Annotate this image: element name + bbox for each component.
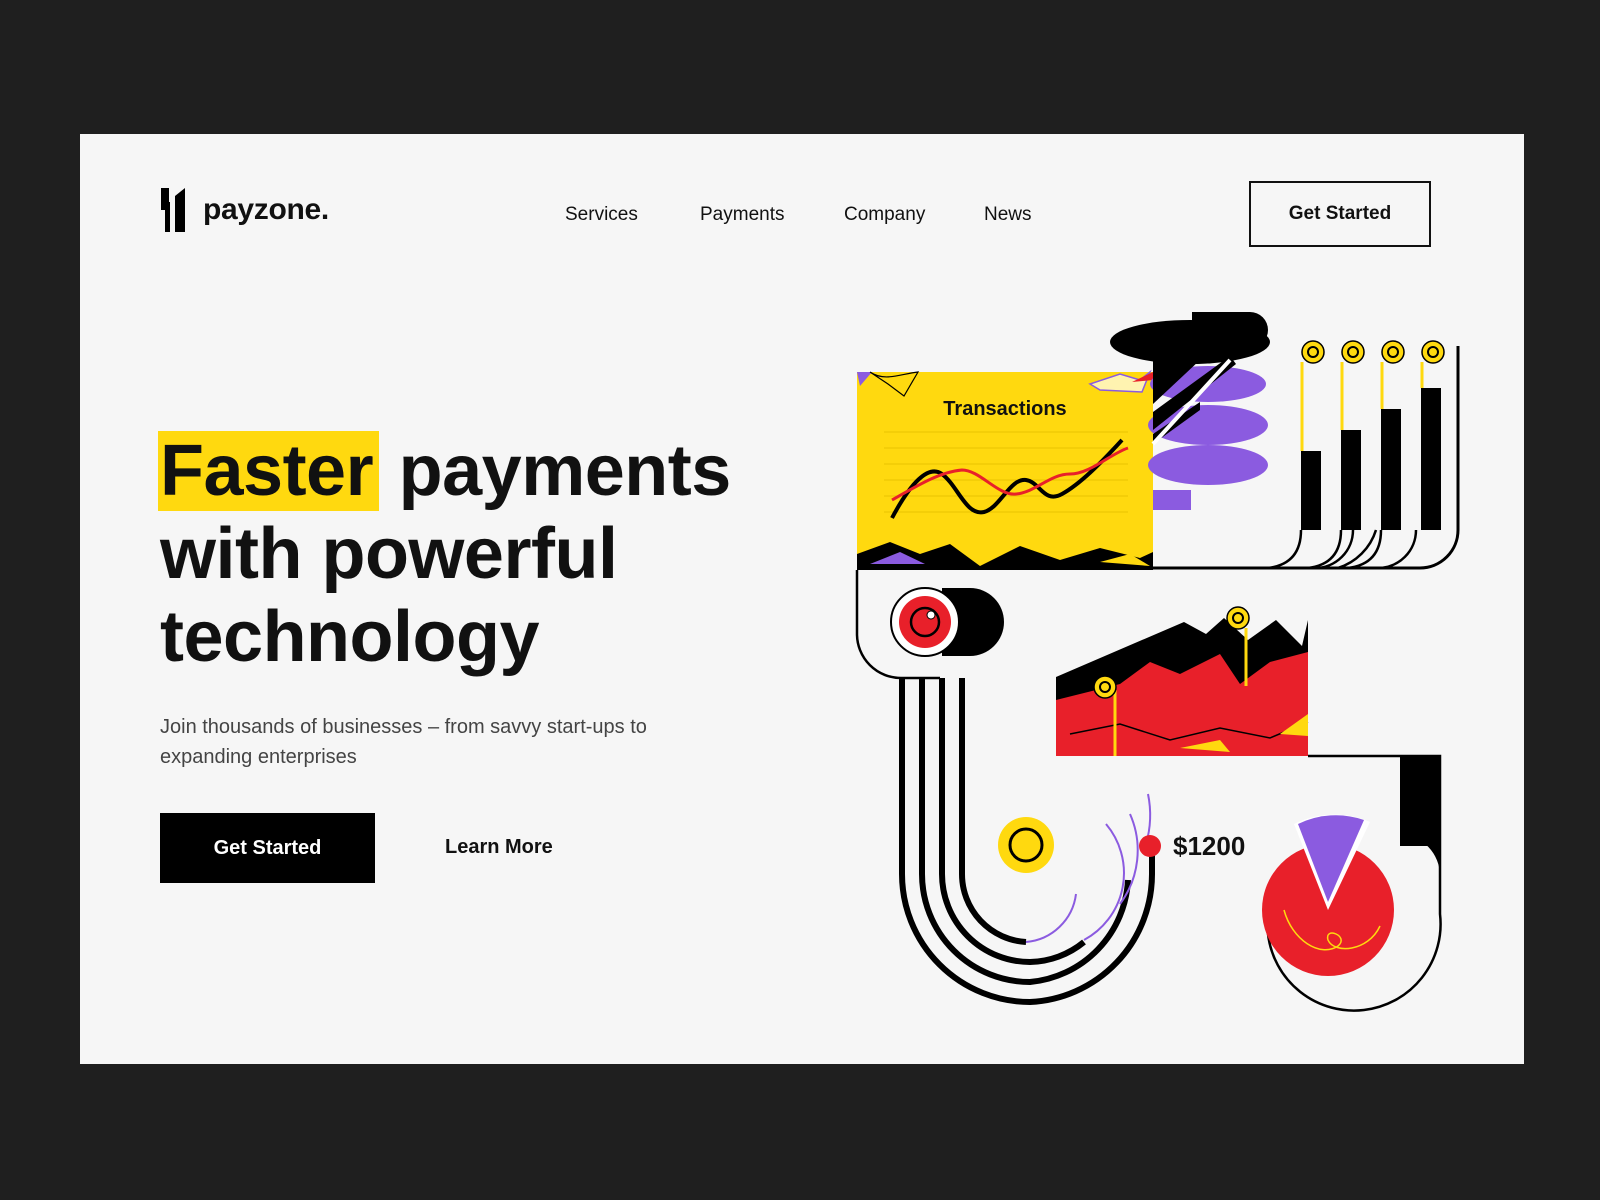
coin-graphic <box>998 817 1054 873</box>
nav-item-company[interactable]: Company <box>844 204 925 226</box>
hero-headline: Faster payments with powerful technology <box>158 430 800 679</box>
header-get-started-button[interactable]: Get Started <box>1249 181 1431 247</box>
nav-item-news[interactable]: News <box>984 204 1032 226</box>
stacked-discs-graphic <box>1110 312 1270 510</box>
hero-get-started-button[interactable]: Get Started <box>160 813 375 883</box>
pie-chart-graphic <box>1262 754 1442 1012</box>
amount-label: $1200 <box>1139 831 1245 861</box>
hero-card: payzone. Services Payments Company News … <box>80 134 1524 1064</box>
transactions-card: Transactions <box>857 369 1153 570</box>
headline-text-3: technology <box>160 597 540 677</box>
brand-name: payzone. <box>203 193 329 226</box>
mountain-card-graphic <box>1056 606 1309 756</box>
transactions-title: Transactions <box>943 398 1066 420</box>
payzone-logo-icon <box>161 188 185 232</box>
headline-text-2: with powerful <box>160 514 618 594</box>
brand-logo[interactable]: payzone. <box>161 188 329 232</box>
nav-item-payments[interactable]: Payments <box>700 204 784 226</box>
headline-highlight: Faster <box>158 431 380 511</box>
nav-item-services[interactable]: Services <box>565 204 638 226</box>
amount-text: $1200 <box>1173 831 1245 861</box>
headline-text-1: payments <box>398 431 732 511</box>
concentric-pipes-graphic <box>899 678 1156 1006</box>
toggle-graphic <box>855 570 1004 680</box>
bar-chart-graphic <box>1267 340 1445 570</box>
learn-more-link[interactable]: Learn More <box>445 836 553 859</box>
hero-subtext: Join thousands of businesses – from savv… <box>160 716 647 768</box>
